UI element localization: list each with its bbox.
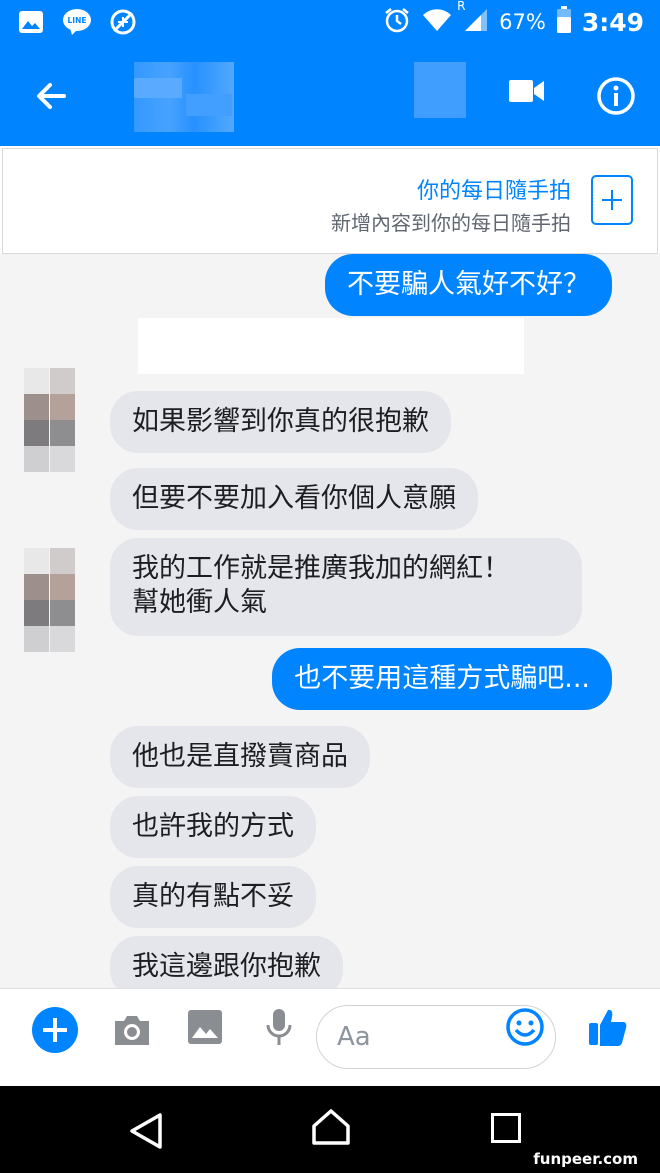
avatar[interactable] <box>24 548 78 652</box>
my-day-subtitle: 新增內容到你的每日隨手拍 <box>331 211 571 235</box>
line-icon: LINE <box>62 8 92 40</box>
clock: 3:49 <box>581 7 644 37</box>
message-composer: Aa <box>0 988 660 1086</box>
battery-percentage: 67% <box>499 10 546 34</box>
avatar[interactable] <box>24 368 78 472</box>
contact-status-redacted <box>414 62 466 118</box>
message-line: 幫她衝人氣 <box>132 587 267 618</box>
back-arrow-icon[interactable] <box>30 74 74 118</box>
video-call-icon[interactable] <box>508 78 546 108</box>
redacted-area <box>138 318 524 374</box>
gallery-icon[interactable] <box>187 1009 223 1049</box>
nav-home-icon[interactable] <box>310 1108 352 1150</box>
message-list[interactable]: 不要騙人氣好不好？ 如果影響到你真的很抱歉 但要不要加入看你個人意願 我的工作就… <box>0 254 660 988</box>
message-bubble-outgoing[interactable]: 不要騙人氣好不好？ <box>325 254 612 316</box>
message-bubble-outgoing[interactable]: 也不要用這種方式騙吧... <box>272 648 612 710</box>
info-icon[interactable] <box>596 76 636 120</box>
my-day-banner[interactable]: 你的每日隨手拍 新增內容到你的每日隨手拍 <box>2 148 658 254</box>
status-bar: LINE R 67% 3:49 <box>0 0 660 44</box>
wifi-icon <box>421 7 453 37</box>
image-icon <box>18 10 44 38</box>
alarm-icon <box>383 6 411 38</box>
contact-name-redacted[interactable] <box>134 62 234 132</box>
camera-icon[interactable] <box>112 1013 152 1051</box>
watermark: funpeer.com <box>527 1150 644 1168</box>
mic-icon[interactable] <box>264 1007 294 1053</box>
nav-recents-icon[interactable] <box>491 1113 521 1143</box>
message-bubble-incoming[interactable]: 我這邊跟你抱歉 <box>110 936 343 988</box>
system-navigation-bar: funpeer.com <box>0 1086 660 1173</box>
nav-back-icon[interactable] <box>128 1112 164 1154</box>
message-bubble-incoming[interactable]: 也許我的方式 <box>110 796 316 858</box>
conversation-header <box>0 44 660 146</box>
no-signal-icon <box>110 9 136 39</box>
thumbs-up-icon[interactable] <box>586 1005 630 1053</box>
add-box-icon[interactable] <box>591 175 633 225</box>
roaming-indicator: R <box>457 0 466 13</box>
battery-icon <box>556 6 572 38</box>
message-bubble-incoming[interactable]: 但要不要加入看你個人意願 <box>110 468 478 530</box>
message-bubble-incoming[interactable]: 如果影響到你真的很抱歉 <box>110 391 451 453</box>
message-line: 我的工作就是推廣我加的網紅！ <box>132 553 510 584</box>
message-bubble-incoming[interactable]: 真的有點不妥 <box>110 866 316 928</box>
emoji-icon[interactable] <box>505 1007 545 1051</box>
message-bubble-incoming[interactable]: 我的工作就是推廣我加的網紅！ 幫她衝人氣 <box>110 538 582 636</box>
line-label: LINE <box>68 16 87 25</box>
message-input-placeholder: Aa <box>337 1022 371 1052</box>
my-day-title: 你的每日隨手拍 <box>416 179 571 204</box>
message-bubble-incoming[interactable]: 他也是直撥賣商品 <box>110 726 370 788</box>
plus-icon[interactable] <box>32 1007 78 1053</box>
cell-signal-icon: R <box>457 0 489 37</box>
